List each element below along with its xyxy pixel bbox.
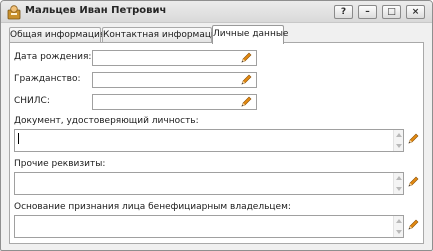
pencil-icon[interactable] <box>407 133 419 145</box>
tab-strip: Общая информация Контактная информация Л… <box>1 24 432 44</box>
identity-document-field[interactable] <box>14 129 404 152</box>
window: Мальцев Иван Петрович ? – □ × Общая инфо… <box>0 0 433 251</box>
pencil-icon[interactable] <box>240 74 252 86</box>
tab-personal-data[interactable]: Личные данные <box>212 25 288 44</box>
title-bar[interactable]: Мальцев Иван Петрович ? – □ × <box>1 1 432 23</box>
maximize-icon: □ <box>387 7 396 17</box>
close-icon: × <box>411 7 420 17</box>
identity-document-label: Документ, удостоверяющий личность: <box>14 116 199 126</box>
window-title: Мальцев Иван Петрович <box>25 5 167 16</box>
snils-label: СНИЛС: <box>14 96 50 106</box>
other-details-field[interactable] <box>14 172 404 195</box>
pencil-icon[interactable] <box>407 176 419 188</box>
snils-field[interactable] <box>92 94 257 110</box>
scroll-up-icon[interactable] <box>395 218 403 224</box>
help-button[interactable]: ? <box>334 5 353 19</box>
beneficiary-basis-label: Основание признания лица бенефициарным в… <box>14 202 291 212</box>
other-details-label: Прочие реквизиты: <box>14 159 106 169</box>
maximize-button[interactable]: □ <box>382 5 401 19</box>
personal-data-panel: Дата рождения: Гражданство: СНИЛС: Докум… <box>9 42 424 244</box>
beneficiary-basis-field[interactable] <box>14 215 404 238</box>
pencil-icon[interactable] <box>240 96 252 108</box>
close-button[interactable]: × <box>406 5 425 19</box>
birth-date-field[interactable] <box>92 50 257 66</box>
birth-date-label: Дата рождения: <box>14 52 92 62</box>
scrollbar[interactable] <box>393 216 403 237</box>
text-caret <box>18 133 19 144</box>
scrollbar[interactable] <box>393 173 403 194</box>
help-icon: ? <box>340 7 347 17</box>
pencil-icon[interactable] <box>240 52 252 64</box>
scroll-down-icon[interactable] <box>395 229 403 235</box>
scroll-down-icon[interactable] <box>395 186 403 192</box>
minimize-button[interactable]: – <box>358 5 377 19</box>
scroll-down-icon[interactable] <box>395 143 403 149</box>
scrollbar[interactable] <box>393 130 403 151</box>
citizenship-label: Гражданство: <box>14 74 81 84</box>
person-icon <box>7 5 21 20</box>
citizenship-field[interactable] <box>92 72 257 88</box>
tab-contact-info[interactable]: Контактная информация <box>102 27 222 43</box>
scroll-up-icon[interactable] <box>395 132 403 138</box>
pencil-icon[interactable] <box>407 219 419 231</box>
tab-general-info[interactable]: Общая информация <box>9 27 105 43</box>
scroll-up-icon[interactable] <box>395 175 403 181</box>
minimize-icon: – <box>365 7 370 17</box>
